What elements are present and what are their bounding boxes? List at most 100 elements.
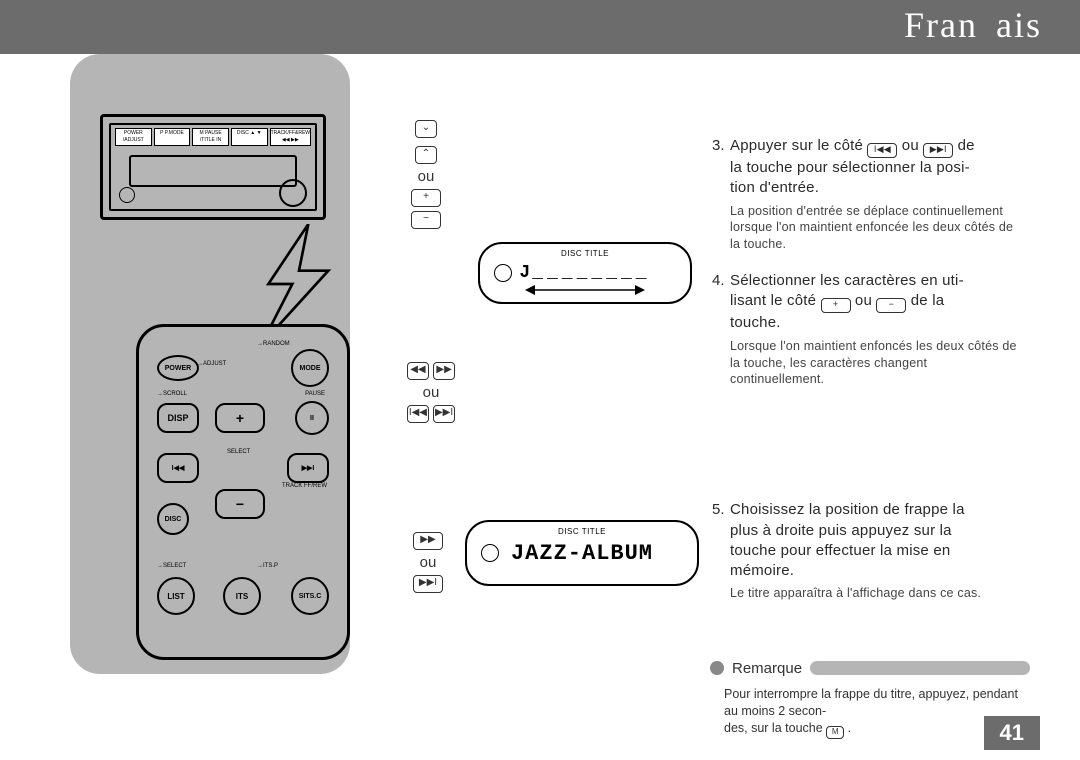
label-its-p: →ITS.P xyxy=(257,563,278,569)
step4-line1: Sélectionner les caractères en uti- xyxy=(730,272,964,289)
cursor-arrows-icon xyxy=(525,284,645,296)
remote-its-button[interactable]: ITS xyxy=(223,577,261,615)
hint-group-1: ⌄ ⌃ ou + − xyxy=(404,116,448,233)
hint-ff-icon: ▶▶ xyxy=(433,362,455,380)
clock-icon xyxy=(494,264,512,282)
hint-group-2: ◀◀ ▶▶ ou I◀◀ ▶▶I xyxy=(404,358,458,427)
remote-power-button[interactable]: POWER xyxy=(157,355,199,381)
step3-line1b: de xyxy=(953,137,974,154)
remarque-text-a: Pour interrompre la frappe du titre, app… xyxy=(724,687,1018,718)
step3-mid: ou xyxy=(897,137,923,154)
label-pause: PAUSE xyxy=(305,391,325,397)
volume-knob[interactable] xyxy=(279,179,307,207)
page-number: 41 xyxy=(984,716,1040,750)
remarque-label: Remarque xyxy=(732,660,802,677)
step3-num: 3. xyxy=(712,136,730,156)
hu-btn-disc[interactable]: DISC ▲ ▼ xyxy=(231,128,268,146)
display-result: DISC TITLE JAZZ-ALBUM xyxy=(465,520,699,586)
hint-group-3: ▶▶ ou ▶▶I xyxy=(408,528,448,597)
display-entry: DISC TITLE J________ xyxy=(478,242,692,304)
step3-btn-next: ▶▶I xyxy=(923,143,953,158)
hint-ff2-icon: ▶▶ xyxy=(413,532,443,550)
step4-btn-minus: − xyxy=(876,298,906,313)
remote-prev-button[interactable]: I◀◀ xyxy=(157,453,199,483)
step5-line4: mémoire. xyxy=(730,562,794,579)
remote-disc-button[interactable]: DISC xyxy=(157,503,189,535)
label-scroll: →SCROLL xyxy=(157,391,187,397)
label-select-small: →SELECT xyxy=(157,563,186,569)
step5-sub: Le titre apparaîtra à l'affichage dans c… xyxy=(730,585,1022,602)
hu-btn-pause[interactable]: M PAUSE /TITLE IN xyxy=(192,128,229,146)
lang-part2: ais xyxy=(996,5,1042,45)
remote-minus-button[interactable]: − xyxy=(215,489,265,519)
remarque-bullet-icon xyxy=(710,661,724,675)
step4-num: 4. xyxy=(712,271,730,291)
hu-btn-power[interactable]: POWER /ADJUST xyxy=(115,128,152,146)
hint-rew-icon: ◀◀ xyxy=(407,362,429,380)
hint-down-icon: ⌄ xyxy=(415,120,437,138)
step5-line2: plus à droite puis appuyez sur la xyxy=(730,522,952,539)
remote-mode-button[interactable]: MODE xyxy=(291,349,329,387)
hint-plus-icon: + xyxy=(411,189,441,207)
remote-control: →RANDOM →ADJUST POWER MODE →SCROLL PAUSE… xyxy=(136,324,350,660)
step4-line2b: de la xyxy=(906,292,944,309)
remarque-text-c: . xyxy=(844,721,851,735)
hu-btn-pmode[interactable]: P P.MODE xyxy=(154,128,191,146)
hint-or-1: ou xyxy=(404,168,448,185)
step5-line3: touche pour effectuer la mise en xyxy=(730,542,950,559)
label-select: SELECT xyxy=(227,449,250,455)
hint-skipfwd-icon: ▶▶I xyxy=(433,405,455,423)
head-unit: POWER /ADJUST P P.MODE M PAUSE /TITLE IN… xyxy=(100,114,326,220)
step4-mid: ou xyxy=(851,292,877,309)
device-panel: POWER /ADJUST P P.MODE M PAUSE /TITLE IN… xyxy=(70,54,350,674)
step3-sub: La position d'entrée se déplace conti­nu… xyxy=(730,203,1022,254)
remote-list-button[interactable]: LIST xyxy=(157,577,195,615)
hint-skipback-icon: I◀◀ xyxy=(407,405,429,423)
clock-icon-2 xyxy=(481,544,499,562)
remarque-heading: Remarque xyxy=(710,658,1030,678)
instruction-steps: 3. Appuyer sur le côté I◀◀ ou ▶▶I de la … xyxy=(712,136,1022,620)
remarque-text: Pour interrompre la frappe du titre, app… xyxy=(724,686,1020,739)
step-5: 5. Choisissez la position de frappe la p… xyxy=(712,500,1022,602)
remarque-text-b: des, sur la touche xyxy=(724,721,826,735)
hint-up-icon: ⌃ xyxy=(415,146,437,164)
remote-plus-button[interactable]: + xyxy=(215,403,265,433)
head-unit-inner: POWER /ADJUST P P.MODE M PAUSE /TITLE IN… xyxy=(109,123,317,211)
label-random: →RANDOM xyxy=(257,341,290,347)
step3-line3: tion d'entrée. xyxy=(730,179,819,196)
hint-skipfwd2-icon: ▶▶I xyxy=(413,575,443,593)
display2-text: JAZZ-ALBUM xyxy=(511,541,653,566)
step4-sub: Lorsque l'on maintient enfoncés les deux… xyxy=(730,338,1022,389)
step-4: 4. Sélectionner les caractères en uti- l… xyxy=(712,271,1022,388)
step3-btn-prev: I◀◀ xyxy=(867,143,897,158)
label-track: TRACK FF/REW xyxy=(282,483,327,490)
step4-line2a: lisant le côté xyxy=(730,292,821,309)
hint-or-3: ou xyxy=(408,554,448,571)
remote-pause-button[interactable]: II xyxy=(295,401,329,435)
display1-label: DISC TITLE xyxy=(561,249,609,258)
hint-or-2: ou xyxy=(404,384,458,401)
remarque-btn: M xyxy=(826,726,844,739)
head-unit-buttons: POWER /ADJUST P P.MODE M PAUSE /TITLE IN… xyxy=(115,128,311,146)
step5-num: 5. xyxy=(712,500,730,520)
step3-line2: la touche pour sélectionner la posi- xyxy=(730,159,970,176)
label-adjust: →ADJUST xyxy=(197,361,226,367)
language-label: Franais xyxy=(904,4,1042,46)
step4-line3: touche. xyxy=(730,314,781,331)
cd-icon xyxy=(119,187,135,203)
hint-minus-icon: − xyxy=(411,211,441,229)
step5-line1: Choisissez la position de frappe la xyxy=(730,501,965,518)
display1-text: J________ xyxy=(519,263,650,283)
step-3: 3. Appuyer sur le côté I◀◀ ou ▶▶I de la … xyxy=(712,136,1022,253)
header-banner: Franais xyxy=(0,0,1080,54)
remarque-bar xyxy=(810,661,1030,675)
hu-btn-track[interactable]: TRACK/FF&REW ◀◀ ▶▶ xyxy=(270,128,311,146)
remote-disp-button[interactable]: DISP xyxy=(157,403,199,433)
step3-line1a: Appuyer sur le côté xyxy=(730,137,867,154)
head-unit-slot xyxy=(129,155,297,187)
remote-itsc-button[interactable]: SITS.C xyxy=(291,577,329,615)
remote-next-button[interactable]: ▶▶I xyxy=(287,453,329,483)
lang-part1: Fran xyxy=(904,5,978,45)
step4-btn-plus: + xyxy=(821,298,851,313)
display2-label: DISC TITLE xyxy=(558,527,606,536)
